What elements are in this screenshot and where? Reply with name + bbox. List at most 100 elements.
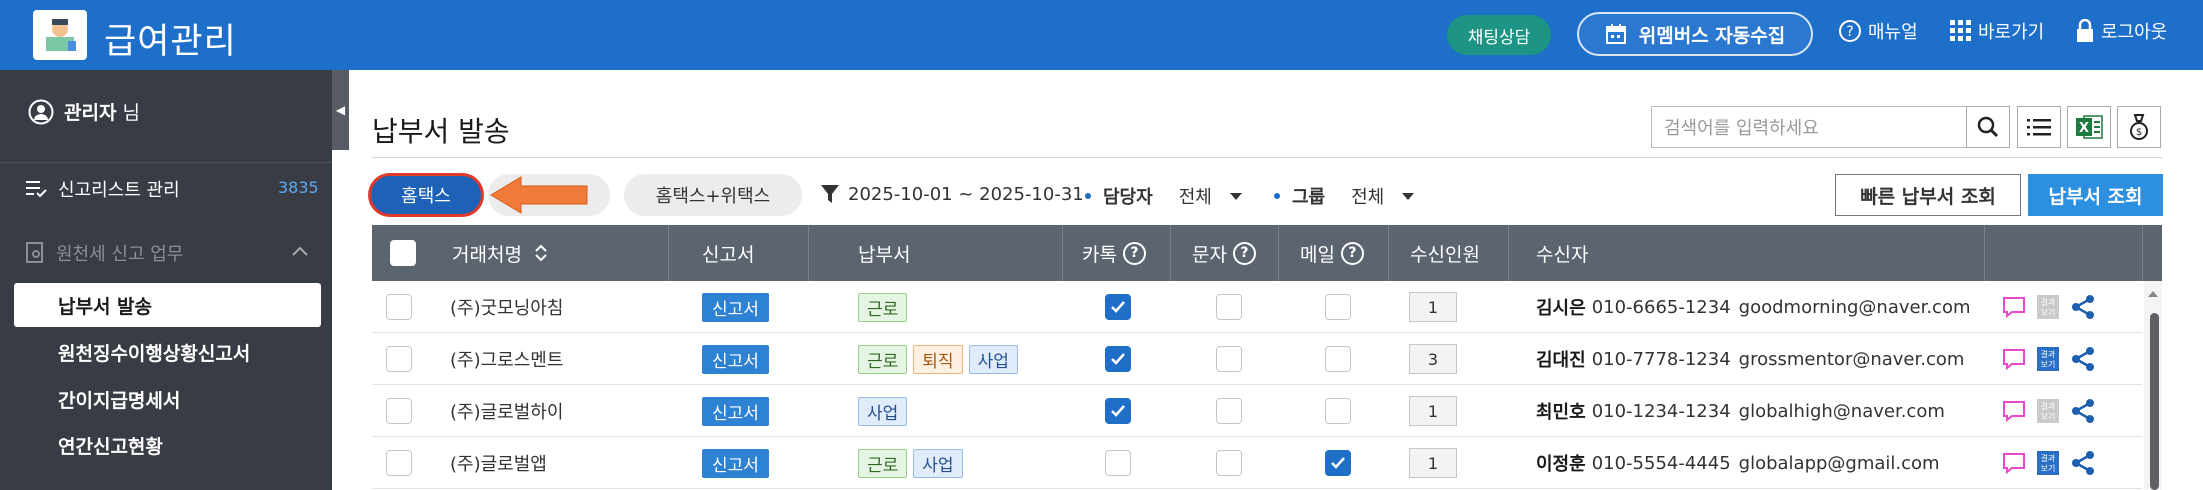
sidebar-collapse-handle[interactable]: ◀ <box>332 70 349 150</box>
mail-checkbox[interactable] <box>1325 450 1351 476</box>
client-name: (주)글로벌하이 <box>450 402 564 423</box>
settings-button[interactable]: $ <box>2117 106 2161 148</box>
mail-checkbox[interactable] <box>1325 346 1351 372</box>
page-title: 납부서 발송 <box>372 115 510 148</box>
svg-text:보기: 보기 <box>2041 360 2056 369</box>
svg-text:?: ? <box>1846 24 1853 40</box>
excel-icon: X <box>2076 115 2103 139</box>
recipient-count[interactable]: 1 <box>1409 448 1457 478</box>
column-list-button[interactable] <box>2017 106 2061 148</box>
receiver-info: 김대진 010-7778-1234 grossmentor@naver.com <box>1536 333 1964 385</box>
sidebar-sub-simple-payment-statement[interactable]: 간이지급명세서 <box>14 377 321 421</box>
payment-tag-labor[interactable]: 근로 <box>858 344 908 374</box>
row-checkbox[interactable] <box>386 398 412 424</box>
table-row[interactable]: (주)그로스멘트 신고서 근로 퇴직 사업 3 김대진 010-7778-1234… <box>372 333 2142 385</box>
table-row[interactable]: (주)글로벌하이 신고서 사업 1 최민호 010-1234-1234 global… <box>372 385 2142 437</box>
tab-hometax[interactable]: 홈택스 <box>369 174 483 216</box>
logout-link[interactable]: 로그아웃 <box>2075 18 2167 44</box>
chat-consult-button[interactable]: 채팅상담 <box>1447 15 1551 55</box>
quick-payment-lookup-button[interactable]: 빠른 납부서 조회 <box>1835 174 2021 216</box>
sidebar-sub-withholding-report[interactable]: 원천징수이행상황신고서 <box>14 330 321 374</box>
sidebar-sub-payment-send[interactable]: 납부서 발송 <box>14 283 321 327</box>
payment-lookup-button[interactable]: 납부서 조회 <box>2028 174 2163 216</box>
preview-doc-icon[interactable]: 결과보기 <box>2036 346 2060 372</box>
select-all-checkbox[interactable] <box>390 240 416 266</box>
payment-tag-business[interactable]: 사업 <box>858 396 908 426</box>
preview-doc-icon[interactable]: 결과보기 <box>2036 450 2060 476</box>
report-tag[interactable]: 신고서 <box>702 448 769 478</box>
shortcut-link[interactable]: 바로가기 <box>1950 18 2044 44</box>
mail-checkbox[interactable] <box>1325 294 1351 320</box>
client-name: (주)글로벌앱 <box>450 454 547 475</box>
sms-checkbox[interactable] <box>1216 294 1242 320</box>
tab-hometax-wetax[interactable]: 홈택스+위택스 <box>624 174 802 216</box>
row-actions: 결과 보기 <box>2002 437 2096 489</box>
search-icon <box>1977 116 1999 138</box>
message-icon[interactable] <box>2002 452 2026 474</box>
scroll-up-icon[interactable] <box>2147 289 2159 298</box>
receiver-name: 이정훈 <box>1536 454 1586 475</box>
excel-download-button[interactable]: X <box>2067 106 2111 148</box>
wemembers-auto-collect-button[interactable]: 위멤버스 자동수집 <box>1577 12 1813 56</box>
share-icon[interactable] <box>2070 450 2096 476</box>
sidebar-item-customer-list[interactable]: 신고리스트 관리 <box>26 176 180 202</box>
manager-filter-value: 전체 <box>1178 187 1212 208</box>
help-icon[interactable]: ? <box>1232 241 1256 265</box>
payment-tag-retire[interactable]: 퇴직 <box>913 344 963 374</box>
sidebar-group-withholding[interactable]: 원천세 신고 업무 <box>26 240 183 266</box>
kakao-checkbox[interactable] <box>1105 294 1131 320</box>
lock-icon <box>2077 19 2093 42</box>
row-checkbox[interactable] <box>386 346 412 372</box>
receiver-name: 최민호 <box>1536 402 1586 423</box>
sms-checkbox[interactable] <box>1216 398 1242 424</box>
app-logo-icon[interactable] <box>33 10 87 60</box>
report-tag[interactable]: 신고서 <box>702 396 769 426</box>
message-icon[interactable] <box>2002 296 2026 318</box>
preview-doc-icon[interactable]: 결과보기 <box>2036 398 2060 424</box>
row-checkbox[interactable] <box>386 294 412 320</box>
kakao-checkbox[interactable] <box>1105 346 1131 372</box>
share-icon[interactable] <box>2070 294 2096 320</box>
recipient-count[interactable]: 1 <box>1409 396 1457 426</box>
message-icon[interactable] <box>2002 348 2026 370</box>
help-icon[interactable]: ? <box>1340 241 1364 265</box>
search-input[interactable]: 검색어를 입력하세요 <box>1651 106 1971 148</box>
kakao-checkbox[interactable] <box>1105 450 1131 476</box>
share-icon[interactable] <box>2070 398 2096 424</box>
row-actions: 결과 보기 <box>2002 281 2096 333</box>
kakao-checkbox[interactable] <box>1105 398 1131 424</box>
manual-link[interactable]: ? 매뉴얼 <box>1838 18 1918 44</box>
help-icon[interactable]: ? <box>1122 241 1146 265</box>
share-icon[interactable] <box>2070 346 2096 372</box>
recipient-count[interactable]: 3 <box>1409 344 1457 374</box>
sms-checkbox[interactable] <box>1216 450 1242 476</box>
sidebar-divider <box>0 162 332 163</box>
payment-tag-business[interactable]: 사업 <box>968 344 1018 374</box>
message-icon[interactable] <box>2002 400 2026 422</box>
payment-tag-labor[interactable]: 근로 <box>858 448 908 478</box>
sms-checkbox[interactable] <box>1216 346 1242 372</box>
table-row[interactable]: (주)굿모닝아침 신고서 근로 1 김시은 010-6665-1234 goodmo… <box>372 281 2142 333</box>
app-title[interactable]: 급여관리 <box>104 13 237 64</box>
row-checkbox[interactable] <box>386 450 412 476</box>
recipient-count[interactable]: 1 <box>1409 292 1457 322</box>
preview-doc-icon[interactable]: 결과보기 <box>2036 294 2060 320</box>
table-scrollbar-thumb[interactable] <box>2150 313 2159 490</box>
payment-tag-labor[interactable]: 근로 <box>858 292 908 322</box>
mail-checkbox[interactable] <box>1325 398 1351 424</box>
col-client[interactable]: 거래처명 <box>452 225 548 281</box>
receiver-email: globalhigh@naver.com <box>1738 400 1945 422</box>
date-range-filter[interactable]: 2025-10-01 ~ 2025-10-31 <box>820 183 1084 205</box>
report-tag[interactable]: 신고서 <box>702 292 769 322</box>
payment-tag-business[interactable]: 사업 <box>913 448 963 478</box>
receiver-phone: 010-1234-1234 <box>1591 400 1731 422</box>
sidebar-sub-annual-report-status[interactable]: 연간신고현황 <box>14 423 321 467</box>
sort-icon[interactable] <box>534 243 548 263</box>
group-filter[interactable]: 그룹 전체 <box>1274 183 1415 209</box>
receiver-phone: 010-7778-1234 <box>1591 348 1731 370</box>
chevron-up-icon[interactable] <box>292 246 308 256</box>
search-button[interactable] <box>1966 106 2010 148</box>
manager-filter[interactable]: 담당자 전체 <box>1085 183 1242 209</box>
table-row[interactable]: (주)글로벌앱 신고서 근로 사업 1 이정훈 010-5554-4445 glob… <box>372 437 2142 489</box>
report-tag[interactable]: 신고서 <box>702 344 769 374</box>
